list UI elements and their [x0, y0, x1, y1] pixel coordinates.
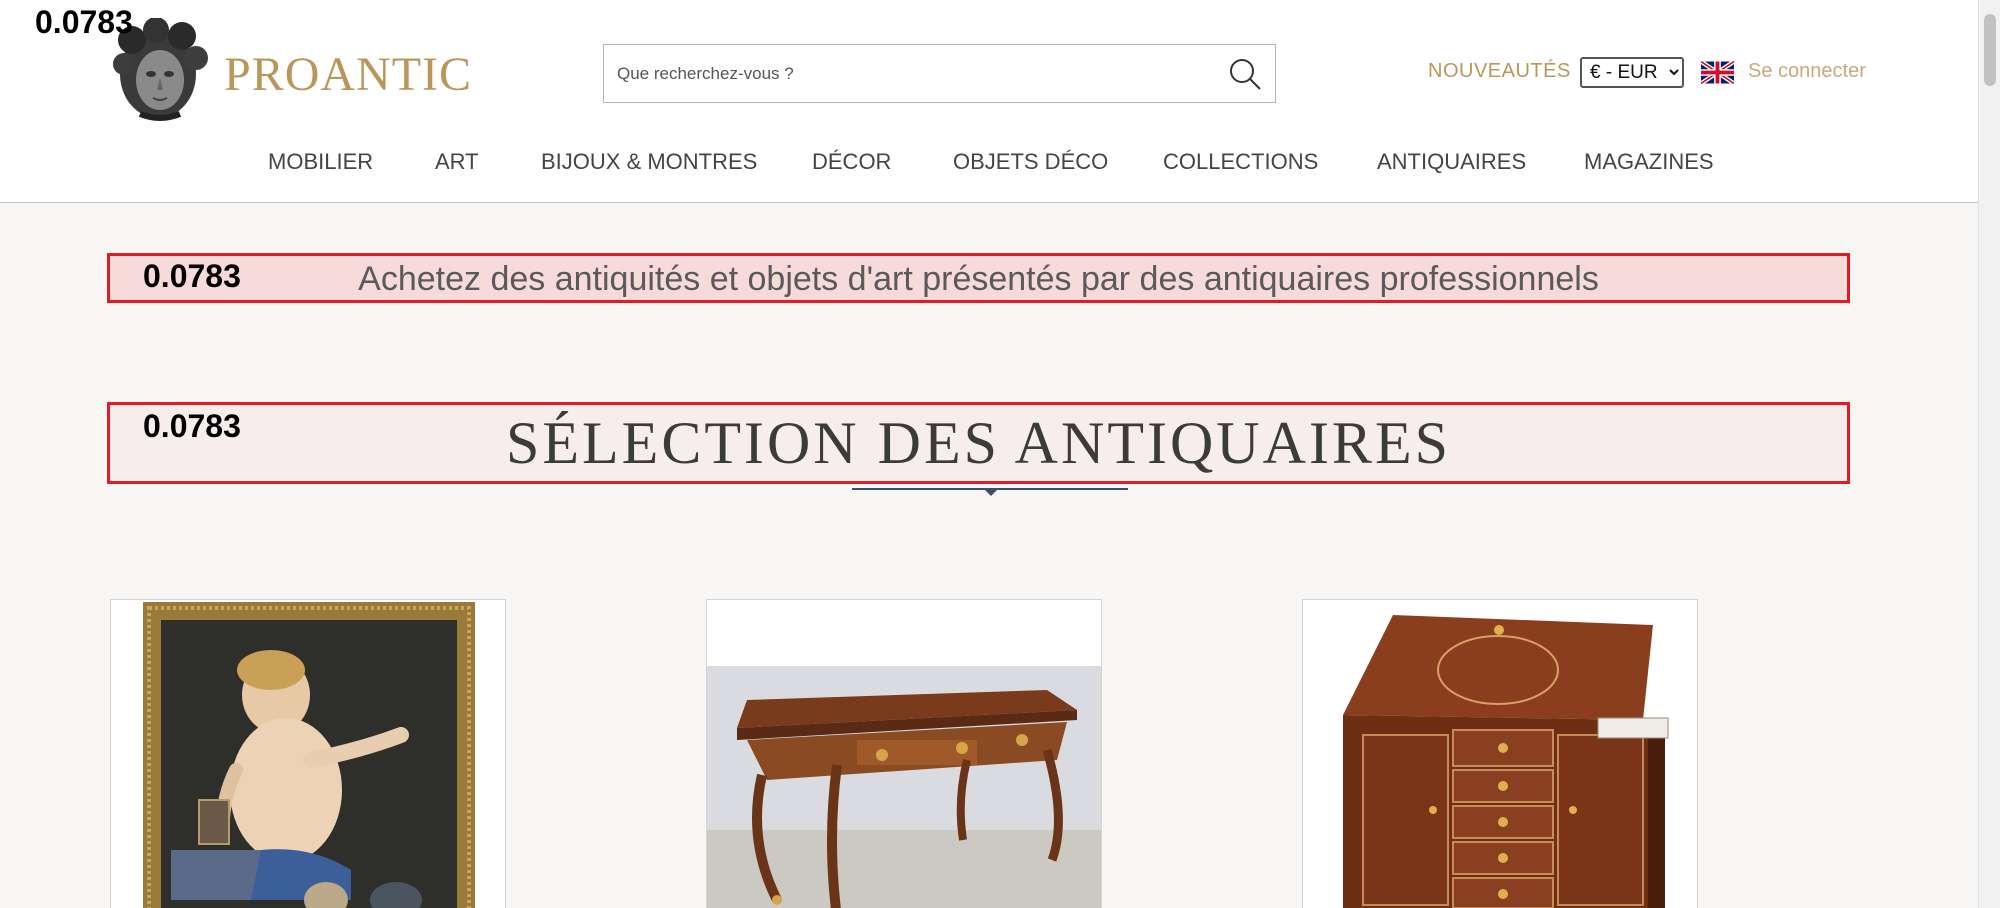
nouveautes-link[interactable]: NOUVEAUTÉS [1428, 60, 1571, 83]
search-bar [603, 44, 1276, 103]
nav-collections[interactable]: COLLECTIONS [1163, 149, 1318, 175]
section-title-highlight: SÉLECTION DES ANTIQUAIRES [107, 402, 1850, 484]
login-link[interactable]: Se connecter [1748, 60, 1866, 83]
tagline-text: Achetez des antiquités et objets d'art p… [358, 260, 1599, 298]
debug-score-1: 0.0783 [35, 4, 133, 40]
search-input[interactable] [604, 45, 1215, 102]
page-scrollbar[interactable] [1978, 0, 2000, 908]
product-card-painting[interactable] [110, 599, 506, 908]
nav-antiquaires[interactable]: ANTIQUAIRES [1377, 149, 1526, 175]
nav-bijoux-montres[interactable]: BIJOUX & MONTRES [541, 149, 757, 175]
product-card-secretary[interactable] [1302, 599, 1698, 908]
search-icon [1230, 58, 1261, 90]
scrollbar-thumb[interactable] [1984, 14, 1996, 86]
search-button[interactable] [1215, 45, 1275, 102]
section-title: SÉLECTION DES ANTIQUAIRES [506, 410, 1451, 476]
debug-score-2: 0.0783 [143, 258, 241, 294]
nav-magazines[interactable]: MAGAZINES [1584, 149, 1714, 175]
main-nav: MOBILIER ART BIJOUX & MONTRES DÉCOR OBJE… [0, 149, 1978, 179]
desk-image [707, 600, 1101, 908]
painting-image [111, 600, 505, 908]
logo[interactable]: PROANTIC [110, 18, 472, 122]
product-card-desk[interactable] [706, 599, 1102, 908]
nav-mobilier[interactable]: MOBILIER [268, 149, 373, 175]
tagline-highlight: Achetez des antiquités et objets d'art p… [107, 253, 1850, 303]
debug-score-3: 0.0783 [143, 408, 241, 444]
secretary-image [1303, 600, 1697, 908]
nav-objets-deco[interactable]: OBJETS DÉCO [953, 149, 1108, 175]
uk-flag-icon[interactable] [1701, 60, 1734, 85]
divider-arrow-icon [984, 489, 998, 496]
site-header: PROANTIC NOUVEAUTÉS € - EUR Se connecter… [0, 0, 1978, 203]
currency-select[interactable]: € - EUR [1580, 57, 1684, 88]
nav-decor[interactable]: DÉCOR [812, 149, 891, 175]
logo-text: PROANTIC [224, 47, 473, 101]
nav-art[interactable]: ART [435, 149, 479, 175]
